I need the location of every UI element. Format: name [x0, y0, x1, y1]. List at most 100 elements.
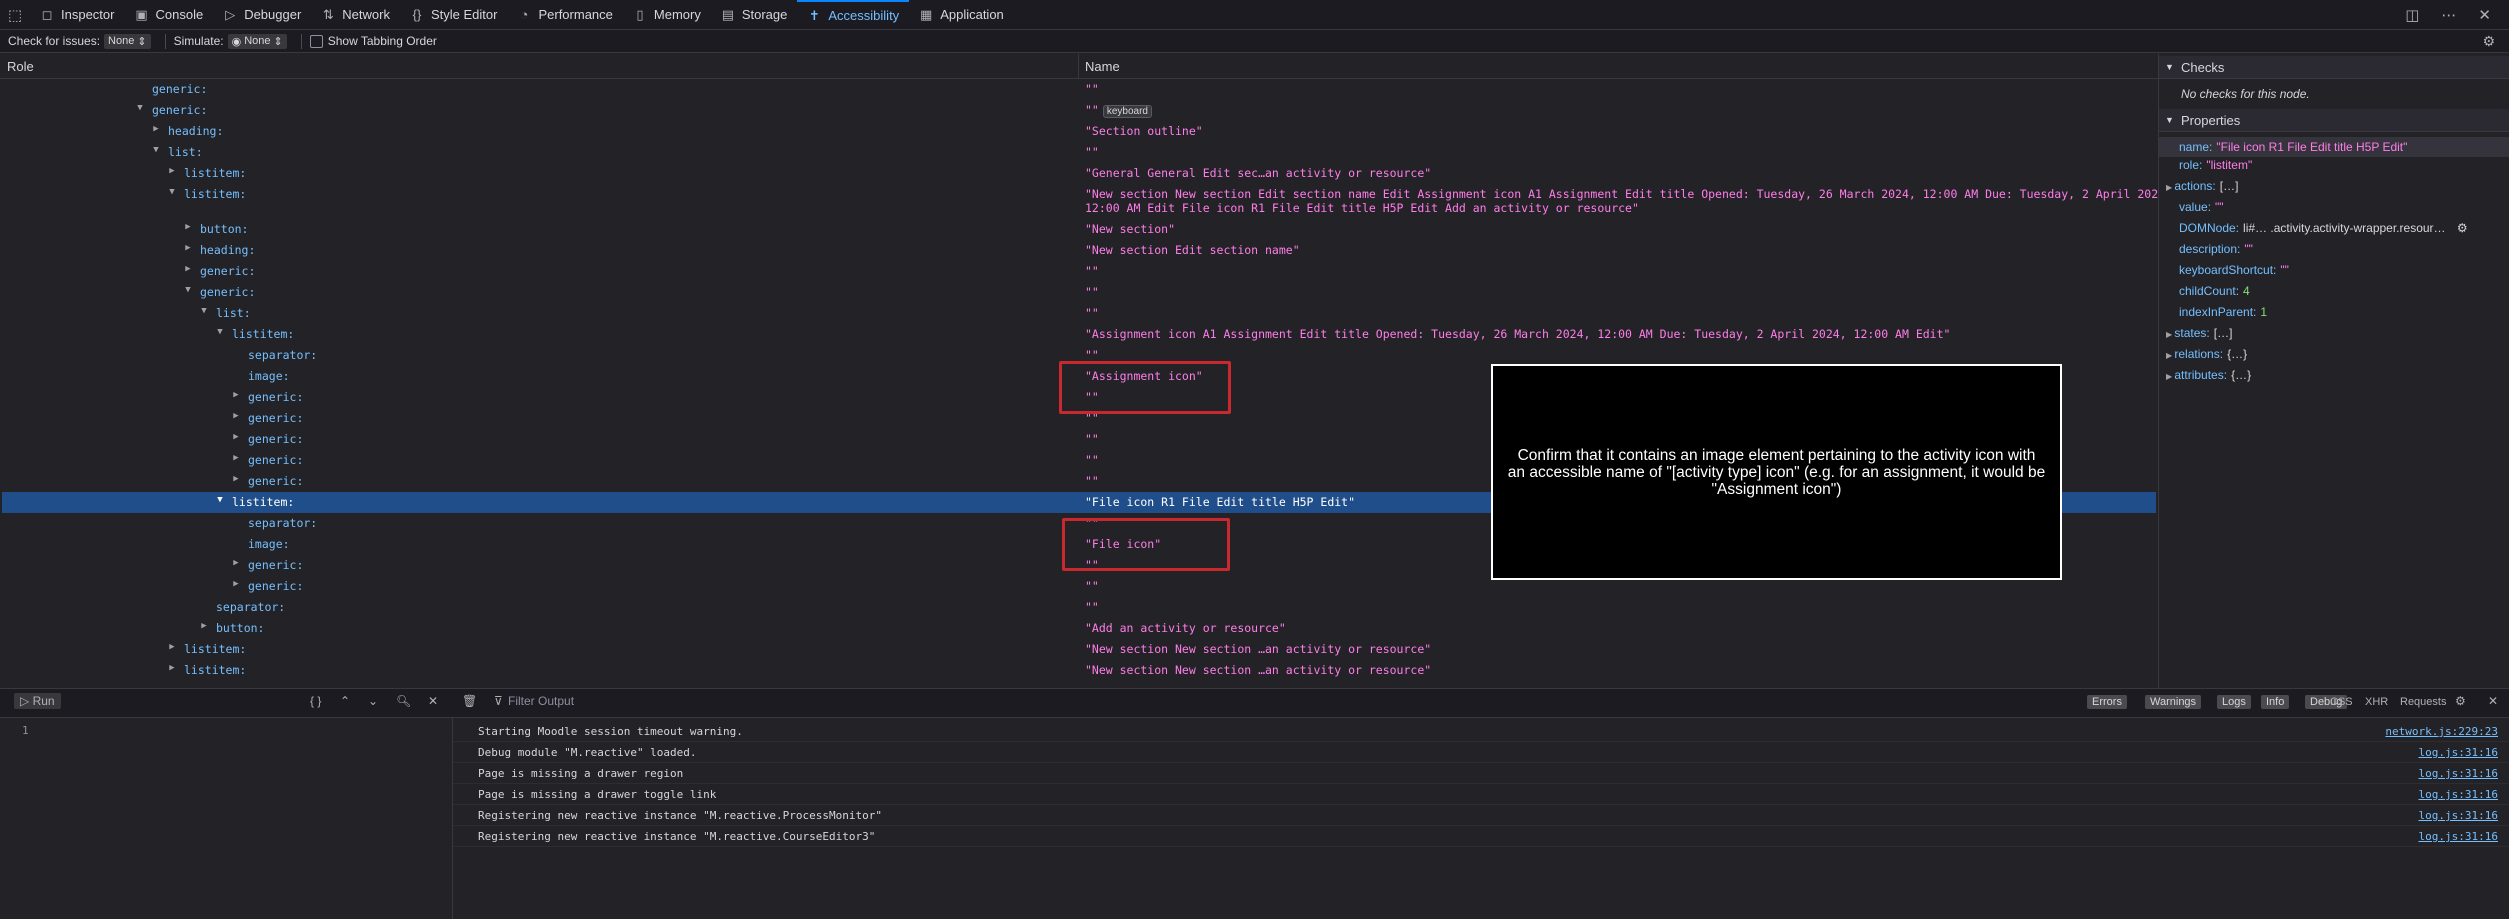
tab-accessibility[interactable]: ✝ Accessibility	[797, 0, 910, 29]
node-role: generic:	[248, 579, 304, 593]
filter-css-toggle[interactable]: CSS	[2330, 696, 2353, 708]
message-source-link[interactable]: network.js:229:23	[2385, 725, 2498, 738]
name-column-header[interactable]: Name	[1085, 59, 1120, 74]
settings-gear-icon[interactable]: ⚙	[2482, 33, 2495, 50]
filter-logs-button[interactable]: Logs	[2217, 695, 2251, 709]
property-key: name:	[2179, 140, 2213, 154]
filter-xhr-toggle[interactable]: XHR	[2365, 696, 2388, 708]
keyboard-badge[interactable]: keyboard	[1102, 105, 1152, 118]
message-source-link[interactable]: log.js:31:16	[2419, 788, 2498, 801]
check-issues-select[interactable]: None ⇕	[104, 33, 151, 49]
tab-style-editor[interactable]: {} Style Editor	[400, 0, 507, 29]
more-menu-icon[interactable]: ⋯	[2441, 6, 2456, 24]
node-role: button:	[216, 621, 265, 635]
clear-console-icon[interactable]: 🗑︎	[462, 694, 477, 708]
tree-row[interactable]: ▶ button: "New section"	[2, 219, 2156, 240]
collapsed-twisty-icon[interactable]: ▶	[230, 411, 242, 421]
pretty-print-icon[interactable]: { }	[310, 694, 321, 708]
tree-row[interactable]: ▶ listitem: "New section New section …an a…	[2, 660, 2156, 681]
run-button[interactable]: ▷ Run	[14, 693, 61, 709]
collapsed-twisty-icon[interactable]: ▶	[182, 264, 194, 274]
collapsed-twisty-icon[interactable]: ▶	[230, 453, 242, 463]
accessibility-toolbar: Check for issues: None ⇕ Simulate: ◉ None ⇕…	[0, 30, 2509, 53]
tab-performance[interactable]: ◔ Performance	[507, 0, 622, 29]
inspect-node-icon[interactable]: ⚙	[2454, 221, 2468, 235]
filter-output-input[interactable]: Filter Output	[508, 694, 574, 708]
property-row[interactable]: name: "File icon R1 File Edit title H5P E…	[2159, 137, 2509, 157]
message-source-link[interactable]: log.js:31:16	[2419, 809, 2498, 822]
property-value: ""	[2215, 200, 2224, 214]
collapsed-twisty-icon[interactable]: ▶	[198, 621, 210, 631]
close-split-console-icon[interactable]: ✕	[2488, 694, 2498, 708]
tree-row[interactable]: ▶ heading: "Section outline"	[2, 121, 2156, 142]
filter-errors-button[interactable]: Errors	[2087, 695, 2127, 709]
tree-row[interactable]: ▼ list: ""	[2, 303, 2156, 324]
collapsed-twisty-icon[interactable]: ▶	[182, 243, 194, 253]
simulate-select[interactable]: ◉ None ⇕	[227, 33, 287, 49]
prev-history-icon[interactable]: ⌃	[340, 694, 350, 708]
filter-requests-toggle[interactable]: Requests	[2400, 696, 2446, 708]
console-editor[interactable]: 1	[0, 718, 453, 919]
tree-row[interactable]: separator: ""	[2, 597, 2156, 618]
collapsed-twisty-icon[interactable]: ▶	[150, 124, 162, 134]
property-key: indexInParent:	[2179, 305, 2257, 319]
tabbing-order-checkbox[interactable]	[309, 34, 323, 48]
tab-network[interactable]: ⇅ Network	[311, 0, 400, 29]
checks-section-header[interactable]: ▼ Checks	[2159, 56, 2509, 79]
message-source-link[interactable]: log.js:31:16	[2419, 830, 2498, 843]
collapsed-twisty-icon[interactable]: ▶	[230, 474, 242, 484]
filter-info-button[interactable]: Info	[2261, 695, 2290, 709]
filter-warnings-button[interactable]: Warnings	[2145, 695, 2202, 709]
close-icon[interactable]: ✕	[2478, 6, 2491, 24]
collapsed-twisty-icon[interactable]: ▶	[166, 663, 178, 673]
tree-row[interactable]: generic: ""	[2, 79, 2156, 100]
tab-application[interactable]: ▦ Application	[909, 0, 1014, 29]
close-editor-icon[interactable]: ✕	[428, 694, 438, 708]
tab-label: Style Editor	[430, 7, 498, 22]
next-history-icon[interactable]: ⌄	[368, 694, 378, 708]
message-source-link[interactable]: log.js:31:16	[2419, 746, 2498, 759]
tab-debugger[interactable]: ▷ Debugger	[213, 0, 311, 29]
role-column-header[interactable]: Role	[7, 59, 34, 74]
tab-storage[interactable]: ▤ Storage	[711, 0, 798, 29]
collapsed-twisty-icon[interactable]: ▶	[230, 390, 242, 400]
tree-row[interactable]: ▶ listitem: "General General Edit sec…an a…	[2, 163, 2156, 184]
tab-inspector[interactable]: ◻ Inspector	[30, 0, 124, 29]
expanded-twisty-icon[interactable]: ▼	[214, 327, 226, 337]
column-divider[interactable]	[1078, 54, 1079, 78]
tree-row[interactable]: ▶ button: "Add an activity or resource"	[2, 618, 2156, 639]
property-key: DOMNode:	[2179, 221, 2240, 235]
expanded-twisty-icon[interactable]: ▼	[198, 306, 210, 316]
tree-row[interactable]: ▼ listitem: "New section New section Edit …	[2, 184, 2158, 219]
collapsed-twisty-icon[interactable]: ▶	[230, 579, 242, 589]
expanded-twisty-icon[interactable]: ▼	[182, 285, 194, 295]
expanded-twisty-icon[interactable]: ▼	[150, 145, 162, 155]
tree-row[interactable]: ▼ generic: ""	[2, 282, 2156, 303]
tab-memory[interactable]: ▯ Memory	[623, 0, 711, 29]
properties-section-header[interactable]: ▼ Properties	[2159, 109, 2509, 132]
node-role: listitem:	[184, 187, 247, 201]
property-value: "File icon R1 File Edit title H5P Edit"	[2216, 140, 2408, 154]
reverse-search-icon[interactable]: 🔍︎	[396, 694, 411, 708]
dock-icon[interactable]: ◫	[2405, 6, 2419, 24]
tree-row[interactable]: ▼ listitem: "Assignment icon A1 Assignment…	[2, 324, 2156, 345]
element-picker-icon[interactable]: ⬚	[0, 0, 30, 29]
tree-row[interactable]: ▶ heading: "New section Edit section name"	[2, 240, 2156, 261]
collapsed-twisty-icon[interactable]: ▶	[166, 642, 178, 652]
property-value: ""	[2280, 263, 2289, 277]
node-name-text: ""	[1085, 103, 1099, 117]
tab-console[interactable]: ▣ Console	[124, 0, 213, 29]
tree-row[interactable]: ▶ listitem: "New section New section …an a…	[2, 639, 2156, 660]
collapsed-twisty-icon[interactable]: ▶	[230, 432, 242, 442]
console-settings-gear-icon[interactable]: ⚙	[2455, 694, 2466, 708]
expanded-twisty-icon[interactable]: ▼	[166, 187, 178, 197]
expanded-twisty-icon[interactable]: ▼	[214, 495, 226, 505]
tree-row[interactable]: ▼ list: ""	[2, 142, 2156, 163]
collapsed-twisty-icon[interactable]: ▶	[182, 222, 194, 232]
expanded-twisty-icon[interactable]: ▼	[134, 103, 146, 113]
tree-row[interactable]: ▼ generic: "" keyboard	[2, 100, 2156, 121]
collapsed-twisty-icon[interactable]: ▶	[230, 558, 242, 568]
message-source-link[interactable]: log.js:31:16	[2419, 767, 2498, 780]
tree-row[interactable]: ▶ generic: ""	[2, 261, 2156, 282]
collapsed-twisty-icon[interactable]: ▶	[166, 166, 178, 176]
